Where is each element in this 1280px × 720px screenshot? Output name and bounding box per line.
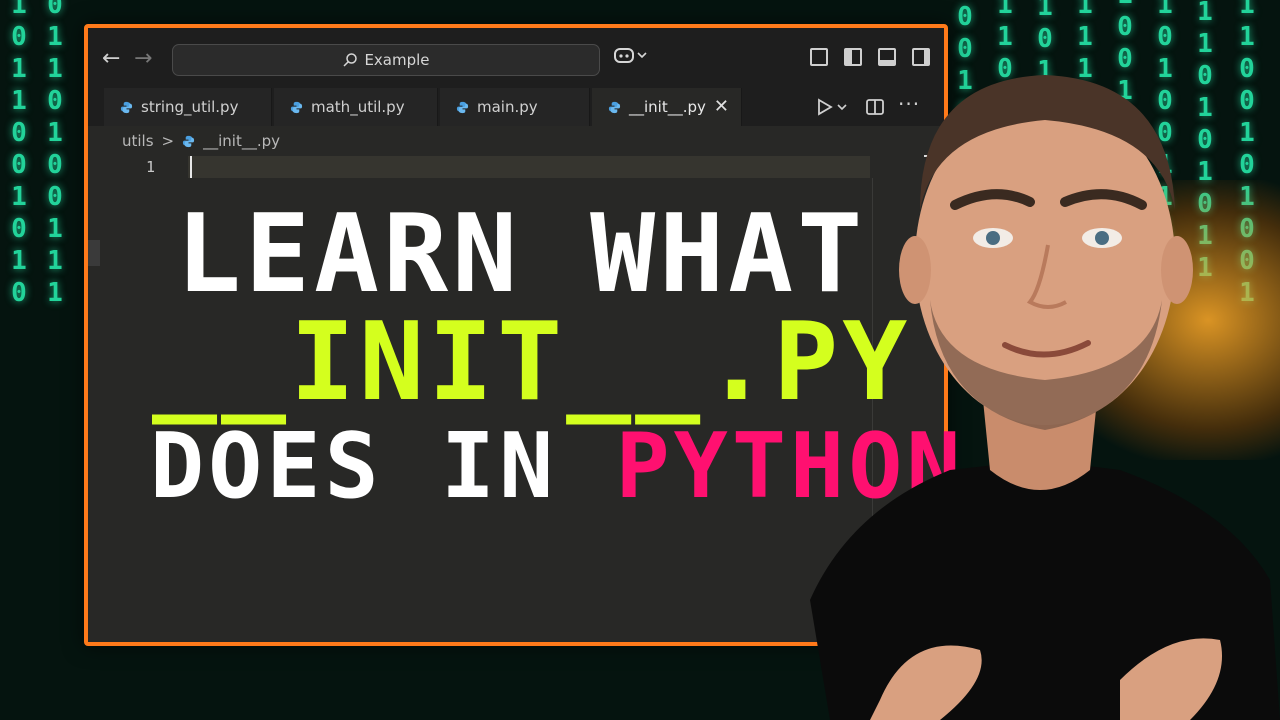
chevron-right-icon: >	[161, 132, 175, 150]
breadcrumb-file[interactable]: __init__.py	[203, 132, 280, 150]
command-search[interactable]: Example	[172, 44, 600, 76]
back-button[interactable]: ←	[102, 46, 120, 71]
headline-white-text: DOES IN	[150, 414, 616, 519]
presenter-photo	[810, 75, 1280, 720]
breadcrumb: utils > __init__.py	[122, 132, 280, 150]
close-icon[interactable]: ✕	[714, 96, 729, 117]
python-icon	[608, 101, 621, 113]
search-icon	[343, 53, 358, 67]
copilot-icon[interactable]	[614, 46, 648, 69]
tab-string-util[interactable]: string_util.py	[104, 88, 272, 126]
forward-button[interactable]: →	[134, 46, 152, 71]
headline-line-1: LEARN WHAT	[176, 192, 867, 317]
tab-main[interactable]: main.py	[440, 88, 590, 126]
tab-label: __init__.py	[629, 98, 706, 116]
text-cursor	[190, 156, 192, 178]
python-icon	[456, 101, 469, 113]
gutter-marker	[88, 240, 100, 266]
line-number: 1	[146, 158, 156, 176]
python-icon	[183, 135, 195, 147]
tab-label: main.py	[477, 98, 538, 116]
search-label: Example	[364, 51, 430, 69]
python-icon	[290, 101, 303, 113]
current-line-highlight[interactable]	[188, 156, 870, 178]
python-icon	[120, 101, 133, 113]
tab-math-util[interactable]: math_util.py	[274, 88, 438, 126]
binary-column: 0110100111	[40, 0, 70, 310]
tab-label: math_util.py	[311, 98, 405, 116]
binary-column: 1011001010	[4, 0, 34, 310]
tab-init[interactable]: __init__.py ✕	[592, 88, 742, 126]
tab-label: string_util.py	[141, 98, 239, 116]
breadcrumb-folder[interactable]: utils	[122, 132, 154, 150]
